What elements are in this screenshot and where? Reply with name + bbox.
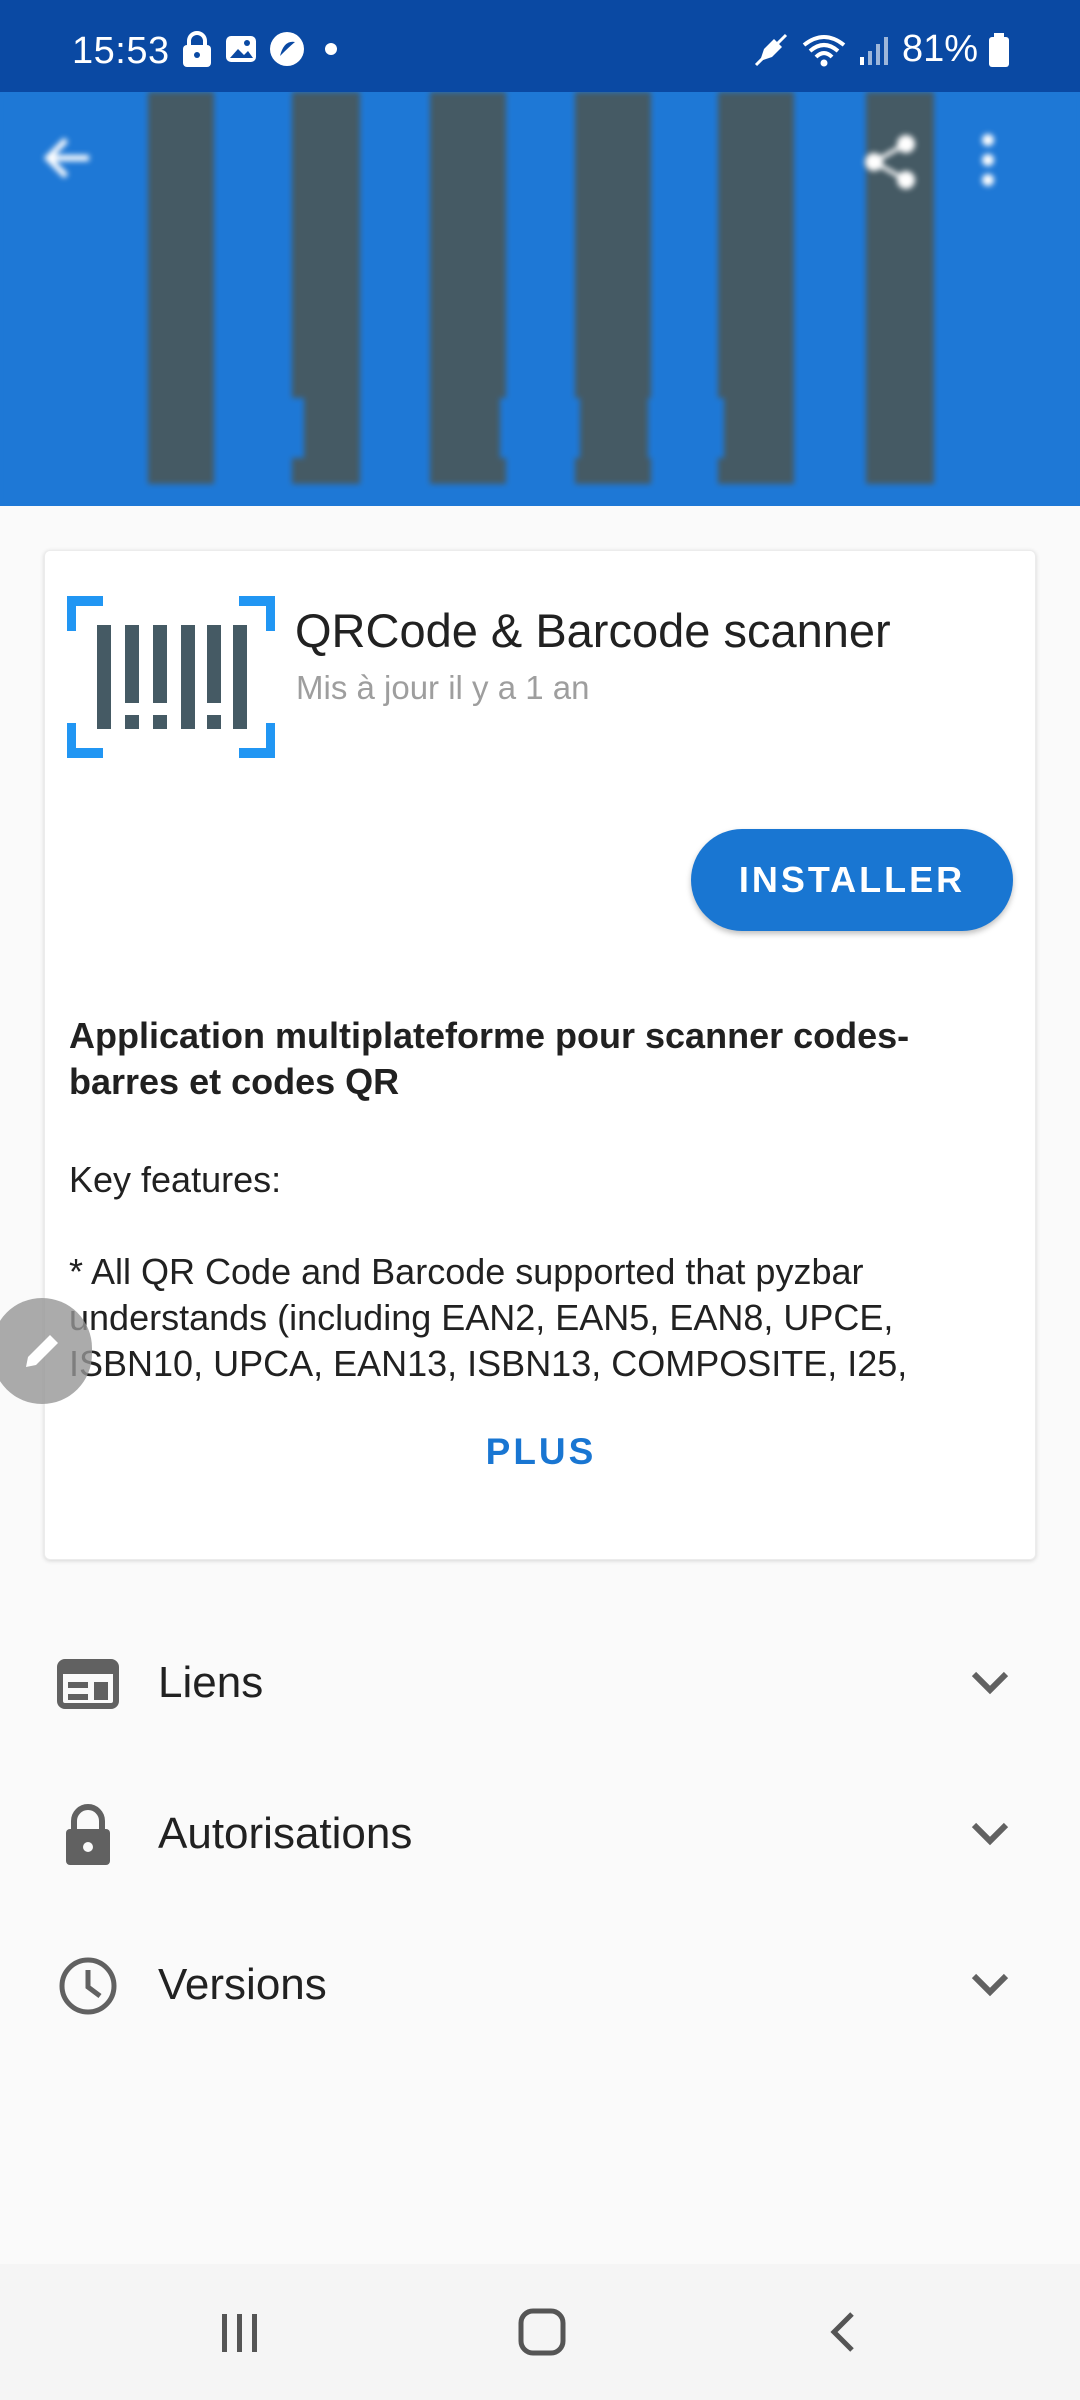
- lock-icon: [66, 1804, 110, 1865]
- image-icon: [226, 36, 256, 62]
- floating-edit-button[interactable]: [0, 1298, 92, 1404]
- app-card: QRCode & Barcode scanner Mis à jour il y…: [44, 550, 1036, 1560]
- battery-icon: [989, 32, 1009, 67]
- section-links[interactable]: Liens: [0, 1612, 1080, 1752]
- section-label: Autorisations: [158, 1809, 413, 1858]
- section-label: Versions: [158, 1960, 327, 2009]
- share-button[interactable]: [860, 132, 940, 212]
- barcode-app-icon: [67, 596, 275, 758]
- status-bar: 15:53 81%: [0, 0, 1080, 92]
- more-options-button[interactable]: [978, 132, 1058, 212]
- chevron-down-icon: [971, 1671, 1009, 1695]
- status-time: 15:53: [72, 30, 170, 72]
- app-updated-label: Mis à jour il y a 1 an: [296, 669, 590, 706]
- lock-icon: [183, 31, 211, 67]
- chevron-down-icon: [971, 1822, 1009, 1846]
- share-icon: [865, 135, 915, 189]
- description-body: Key features: * All QR Code and Barcode …: [69, 1159, 908, 1384]
- nav-back-icon: [830, 2312, 854, 2352]
- recent-apps-button[interactable]: [200, 2300, 280, 2364]
- clock-icon: [59, 1957, 117, 2015]
- arrow-back-icon: [43, 137, 89, 179]
- signal-icon: [859, 36, 888, 65]
- section-label: Liens: [158, 1658, 264, 1707]
- battery-level: 81%: [901, 28, 978, 70]
- mute-icon: [754, 33, 787, 66]
- section-versions[interactable]: Versions: [0, 1914, 1080, 2054]
- chevron-down-icon: [971, 1973, 1009, 1997]
- home-button[interactable]: [502, 2300, 582, 2364]
- section-permissions[interactable]: Autorisations: [0, 1763, 1080, 1903]
- web-icon: [57, 1659, 119, 1709]
- home-icon: [518, 2308, 566, 2356]
- navigation-bar: [0, 2264, 1080, 2400]
- nav-back-button[interactable]: [804, 2300, 884, 2364]
- back-button[interactable]: [40, 132, 120, 212]
- browser-icon: [270, 32, 304, 66]
- status-system-icons: 81%: [752, 28, 1010, 71]
- app-title: QRCode & Barcode scanner: [295, 604, 891, 657]
- dot-icon: [325, 43, 337, 55]
- description-heading: Application multiplateforme pour scanner…: [69, 1015, 910, 1102]
- status-notification-icons: [180, 30, 346, 68]
- pencil-icon: [26, 1335, 58, 1367]
- hero-banner: [0, 92, 1080, 506]
- more-vert-icon: [982, 134, 994, 186]
- wifi-icon: [802, 34, 846, 66]
- install-button[interactable]: INSTALLER: [691, 829, 1013, 931]
- recent-apps-icon: [222, 2314, 257, 2352]
- more-button[interactable]: PLUS: [45, 1431, 1037, 1473]
